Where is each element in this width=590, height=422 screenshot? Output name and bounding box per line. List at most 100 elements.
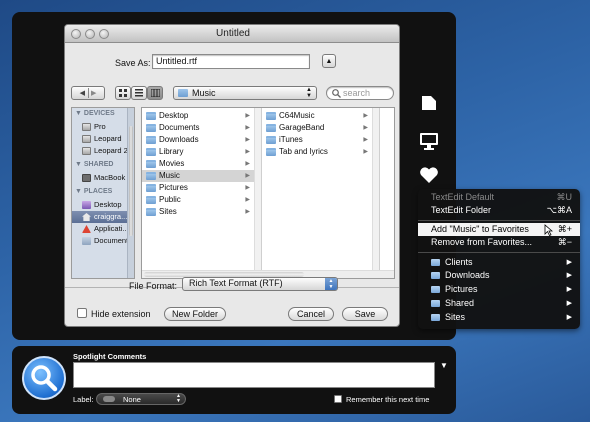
folder-icon	[431, 314, 440, 321]
magnifier-icon	[31, 365, 58, 392]
label-popup[interactable]: None ▲ ▼	[96, 393, 186, 405]
file-format-popup[interactable]: Rich Text Format (RTF) ▲ ▼	[182, 277, 338, 291]
remember-checkbox[interactable]	[334, 395, 342, 403]
chevron-right-icon: ▶	[363, 149, 368, 155]
devices-header: ▼ DEVICES	[75, 110, 115, 117]
folder-icon	[146, 148, 156, 156]
shared-header: ▼ SHARED	[75, 161, 114, 168]
disclosure-triangle-icon[interactable]: ▼	[75, 161, 82, 168]
menu-item-clients[interactable]: Clients ▶	[418, 256, 580, 269]
list-item[interactable]: Pictures ▶	[142, 182, 254, 194]
forward-arrow-icon[interactable]: ▶	[91, 90, 96, 97]
menu-separator	[418, 220, 580, 221]
folder-icon	[266, 136, 276, 144]
location-label: Music	[192, 88, 216, 98]
chevron-right-icon: ▶	[566, 300, 572, 307]
hide-extension-label: Hide extension	[91, 309, 151, 319]
disclosure-triangle-icon[interactable]: ▼	[75, 110, 82, 117]
folder-icon	[146, 184, 156, 192]
popup-arrows-icon: ▲ ▼	[325, 278, 337, 290]
search-field[interactable]: search	[326, 86, 394, 100]
menu-item-textedit-folder[interactable]: TextEdit Folder ⌥⌘A	[418, 204, 580, 217]
list-item[interactable]: Sites ▶	[142, 206, 254, 218]
chevron-right-icon: ▶	[245, 161, 250, 167]
label-color-swatch	[103, 396, 115, 402]
chevron-right-icon: ▶	[566, 272, 572, 279]
chevron-right-icon: ▶	[363, 137, 368, 143]
list-icon	[135, 89, 143, 97]
documents-folder-icon	[82, 237, 91, 245]
chevron-right-icon: ▶	[245, 197, 250, 203]
list-item[interactable]: Library ▶	[142, 146, 254, 158]
chevron-right-icon: ▶	[245, 173, 250, 179]
column-scrollbar[interactable]	[254, 108, 261, 278]
list-item[interactable]: GarageBand ▶	[262, 122, 372, 134]
icon-view-button[interactable]	[115, 86, 131, 100]
expand-dialog-button[interactable]: ▲	[322, 54, 336, 68]
save-dialog: Untitled Save As: Untitled.rtf ▲ ◀ ▶ Mus…	[64, 24, 400, 327]
back-arrow-icon[interactable]: ◀	[80, 90, 85, 97]
list-item[interactable]: C64Music ▶	[262, 110, 372, 122]
sidebar-item-desktop[interactable]: Desktop	[72, 199, 134, 211]
hard-drive-icon	[82, 123, 91, 131]
folder-icon	[146, 112, 156, 120]
list-item[interactable]: Tab and lyrics ▶	[262, 146, 372, 158]
list-item[interactable]: Public ▶	[142, 194, 254, 206]
folder-icon	[266, 148, 276, 156]
menu-item-sites[interactable]: Sites ▶	[418, 311, 580, 324]
list-item[interactable]: iTunes ▶	[262, 134, 372, 146]
list-view-button[interactable]	[131, 86, 147, 100]
menu-item-shared[interactable]: Shared ▶	[418, 297, 580, 310]
sidebar-scrollbar[interactable]	[127, 108, 134, 278]
location-popup[interactable]: Music ▲ ▼	[173, 86, 317, 100]
hide-extension-checkbox[interactable]	[77, 308, 87, 318]
folder-icon	[146, 208, 156, 216]
folder-icon	[178, 89, 188, 97]
document-icon[interactable]	[420, 94, 438, 112]
folder-icon	[266, 124, 276, 132]
sidebar-item-leopard[interactable]: Leopard	[72, 133, 134, 145]
sidebar-item-leopard-2[interactable]: Leopard 2	[72, 145, 134, 157]
list-item-selected[interactable]: Music ▶	[142, 170, 254, 182]
column-view-button[interactable]	[147, 86, 163, 100]
save-button[interactable]: Save	[342, 307, 388, 321]
menu-item-add-favorite[interactable]: Add "Music" to Favorites ⌘+	[418, 223, 580, 236]
list-item[interactable]: Movies ▶	[142, 158, 254, 170]
filename-field[interactable]: Untitled.rtf	[152, 54, 310, 69]
list-item[interactable]: Desktop ▶	[142, 110, 254, 122]
folder-icon	[146, 136, 156, 144]
file-format-value: Rich Text Format (RTF)	[189, 278, 283, 288]
chevron-right-icon: ▶	[245, 185, 250, 191]
sidebar-item-macbook[interactable]: MacBook	[72, 172, 134, 184]
disclosure-triangle-icon[interactable]: ▼	[75, 188, 82, 195]
cancel-button[interactable]: Cancel	[288, 307, 334, 321]
chevron-right-icon: ▶	[363, 125, 368, 131]
sidebar-item-applications[interactable]: Applicati...	[72, 223, 134, 235]
scroll-thumb[interactable]	[129, 126, 133, 236]
title-bar[interactable]: Untitled	[65, 25, 399, 43]
sidebar-item-documents[interactable]: Documents	[72, 235, 134, 247]
new-folder-button[interactable]: New Folder	[164, 307, 226, 321]
list-item[interactable]: Downloads ▶	[142, 134, 254, 146]
chevron-right-icon: ▶	[566, 314, 572, 321]
dropdown-triangle-icon[interactable]: ▼	[440, 361, 448, 370]
spotlight-comments-field[interactable]	[73, 362, 435, 388]
sidebar-item-home[interactable]: craiggra...	[72, 211, 134, 223]
popup-arrows-icon: ▲ ▼	[176, 393, 181, 404]
menu-item-pictures[interactable]: Pictures ▶	[418, 283, 580, 296]
menu-separator	[418, 252, 580, 253]
applications-icon	[82, 225, 91, 233]
chevron-right-icon: ▶	[566, 286, 572, 293]
desktop-icon	[82, 201, 91, 209]
monitor-icon[interactable]	[419, 132, 439, 150]
laptop-icon	[82, 174, 91, 182]
heart-icon[interactable]	[419, 166, 439, 184]
back-forward-buttons[interactable]: ◀ ▶	[71, 86, 105, 100]
sidebar-item-pro[interactable]: Pro	[72, 121, 134, 133]
menu-item-remove-favorites[interactable]: Remove from Favorites... ⌘−	[418, 236, 580, 249]
column-scrollbar[interactable]	[372, 108, 379, 278]
list-item[interactable]: Documents ▶	[142, 122, 254, 134]
chevron-right-icon: ▶	[245, 209, 250, 215]
menu-item-downloads[interactable]: Downloads ▶	[418, 269, 580, 282]
folder-icon	[431, 272, 440, 279]
